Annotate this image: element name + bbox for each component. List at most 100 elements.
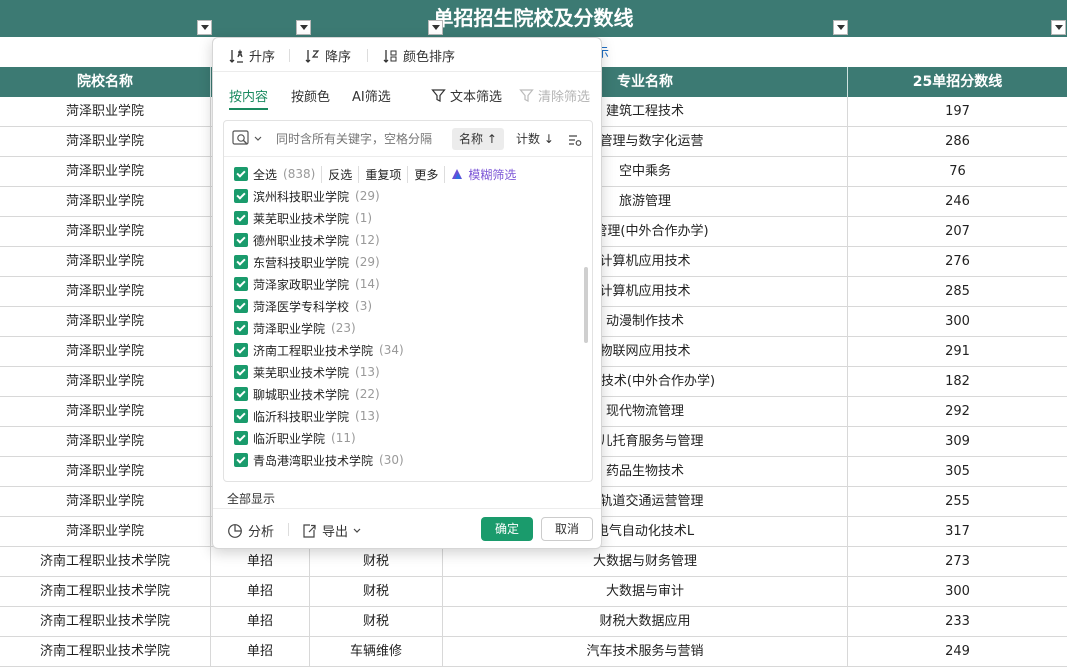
item-checkbox[interactable] [234, 299, 248, 313]
invert-selection-button[interactable]: 反选 [321, 165, 358, 183]
cell-category[interactable]: 财税 [310, 547, 443, 577]
item-checkbox[interactable] [234, 233, 248, 247]
cell-type[interactable]: 单招 [211, 607, 310, 637]
tab-by-color[interactable]: 按颜色 [291, 86, 330, 105]
cell-score[interactable]: 255 [848, 487, 1067, 517]
cell-type[interactable]: 单招 [211, 577, 310, 607]
list-item[interactable]: 聊城职业技术学院 (22) [234, 383, 380, 405]
item-checkbox[interactable] [234, 365, 248, 379]
filter-dropdown-icon[interactable] [1051, 20, 1066, 35]
filter-dropdown-icon[interactable] [833, 20, 848, 35]
search-mode-toggle[interactable] [232, 130, 262, 148]
cell-school[interactable]: 菏泽职业学院 [0, 157, 211, 187]
list-item[interactable]: 临沂科技职业学院 (13) [234, 405, 380, 427]
filter-dropdown-icon[interactable] [296, 20, 311, 35]
cell-type[interactable]: 单招 [211, 637, 310, 667]
fuzzy-filter-button[interactable]: 模糊筛选 [444, 165, 516, 183]
cell-major[interactable]: 大数据与财务管理 [443, 547, 848, 577]
search-input[interactable] [276, 129, 446, 149]
cell-school[interactable]: 菏泽职业学院 [0, 337, 211, 367]
tab-ai-filter[interactable]: AI筛选 [352, 86, 391, 105]
analyze-button[interactable]: 分析 [227, 521, 274, 540]
list-item[interactable]: 德州职业技术学院 (12) [234, 229, 380, 251]
cell-school[interactable]: 菏泽职业学院 [0, 457, 211, 487]
cell-major[interactable]: 大数据与审计 [443, 577, 848, 607]
cancel-button[interactable]: 取消 [541, 517, 593, 541]
cell-school[interactable]: 菏泽职业学院 [0, 397, 211, 427]
cell-school[interactable]: 菏泽职业学院 [0, 307, 211, 337]
item-checkbox[interactable] [234, 431, 248, 445]
cell-score[interactable]: 317 [848, 517, 1067, 547]
header-school[interactable]: 院校名称 [0, 67, 211, 97]
cell-score[interactable]: 233 [848, 607, 1067, 637]
cell-school[interactable]: 菏泽职业学院 [0, 127, 211, 157]
list-item[interactable]: 临沂职业学院 (11) [234, 427, 356, 449]
cell-score[interactable]: 291 [848, 337, 1067, 367]
cell-score[interactable]: 197 [848, 97, 1067, 127]
header-score[interactable]: 25单招分数线 [848, 67, 1067, 97]
filter-dropdown-icon[interactable] [428, 20, 443, 35]
sort-asc-button[interactable]: 升序 [229, 46, 275, 65]
cell-score[interactable]: 249 [848, 637, 1067, 667]
confirm-button[interactable]: 确定 [481, 517, 533, 541]
select-all-label[interactable]: 全选 [253, 166, 277, 183]
cell-school[interactable]: 济南工程职业技术学院 [0, 637, 211, 667]
list-item[interactable]: 滨州科技职业学院 (29) [234, 185, 380, 207]
cell-score[interactable]: 246 [848, 187, 1067, 217]
item-checkbox[interactable] [234, 189, 248, 203]
list-item[interactable]: 菏泽职业学院 (23) [234, 317, 356, 339]
cell-score[interactable]: 286 [848, 127, 1067, 157]
cell-major[interactable]: 汽车技术服务与营销 [443, 637, 848, 667]
cell-school[interactable]: 菏泽职业学院 [0, 97, 211, 127]
cell-score[interactable]: 182 [848, 367, 1067, 397]
sort-desc-button[interactable]: 降序 [305, 46, 351, 65]
cell-school[interactable]: 菏泽职业学院 [0, 487, 211, 517]
list-item[interactable]: 莱芜职业技术学院 (1) [234, 207, 372, 229]
list-scrollbar[interactable] [584, 267, 588, 343]
filter-dropdown-icon[interactable] [197, 20, 212, 35]
cell-school[interactable]: 菏泽职业学院 [0, 517, 211, 547]
tab-by-content[interactable]: 按内容 [229, 86, 269, 110]
cell-score[interactable]: 309 [848, 427, 1067, 457]
cell-school[interactable]: 菏泽职业学院 [0, 187, 211, 217]
cell-score[interactable]: 300 [848, 307, 1067, 337]
cell-score[interactable]: 305 [848, 457, 1067, 487]
sort-color-button[interactable]: 颜色排序 [383, 46, 455, 65]
cell-score[interactable]: 273 [848, 547, 1067, 577]
cell-school[interactable]: 济南工程职业技术学院 [0, 607, 211, 637]
item-checkbox[interactable] [234, 453, 248, 467]
clear-filter-button[interactable]: 清除筛选 [519, 86, 590, 105]
cell-school[interactable]: 菏泽职业学院 [0, 367, 211, 397]
item-checkbox[interactable] [234, 321, 248, 335]
list-item[interactable]: 济南工程职业技术学院 (34) [234, 339, 404, 361]
item-checkbox[interactable] [234, 277, 248, 291]
cell-school[interactable]: 菏泽职业学院 [0, 217, 211, 247]
cell-category[interactable]: 车辆维修 [310, 637, 443, 667]
cell-category[interactable]: 财税 [310, 577, 443, 607]
list-item[interactable]: 青岛港湾职业技术学院 (30) [234, 449, 404, 471]
item-checkbox[interactable] [234, 409, 248, 423]
cell-score[interactable]: 76 [848, 157, 1067, 187]
list-item[interactable]: 莱芜职业技术学院 (13) [234, 361, 380, 383]
show-all-link[interactable]: 全部显示 [227, 490, 275, 507]
list-item[interactable]: 菏泽医学专科学校 (3) [234, 295, 372, 317]
cell-score[interactable]: 207 [848, 217, 1067, 247]
duplicates-button[interactable]: 重复项 [358, 165, 407, 183]
cell-type[interactable]: 单招 [211, 547, 310, 577]
list-settings-icon[interactable] [568, 132, 582, 151]
cell-school[interactable]: 菏泽职业学院 [0, 277, 211, 307]
item-checkbox[interactable] [234, 211, 248, 225]
more-button[interactable]: 更多 [407, 165, 444, 183]
select-all-checkbox[interactable] [234, 167, 248, 181]
cell-school[interactable]: 济南工程职业技术学院 [0, 547, 211, 577]
cell-score[interactable]: 292 [848, 397, 1067, 427]
cell-school[interactable]: 菏泽职业学院 [0, 247, 211, 277]
item-checkbox[interactable] [234, 255, 248, 269]
cell-category[interactable]: 财税 [310, 607, 443, 637]
cell-score[interactable]: 276 [848, 247, 1067, 277]
item-checkbox[interactable] [234, 343, 248, 357]
list-item[interactable]: 东营科技职业学院 (29) [234, 251, 380, 273]
export-button[interactable]: 导出 [301, 521, 361, 540]
cell-major[interactable]: 财税大数据应用 [443, 607, 848, 637]
cell-score[interactable]: 300 [848, 577, 1067, 607]
